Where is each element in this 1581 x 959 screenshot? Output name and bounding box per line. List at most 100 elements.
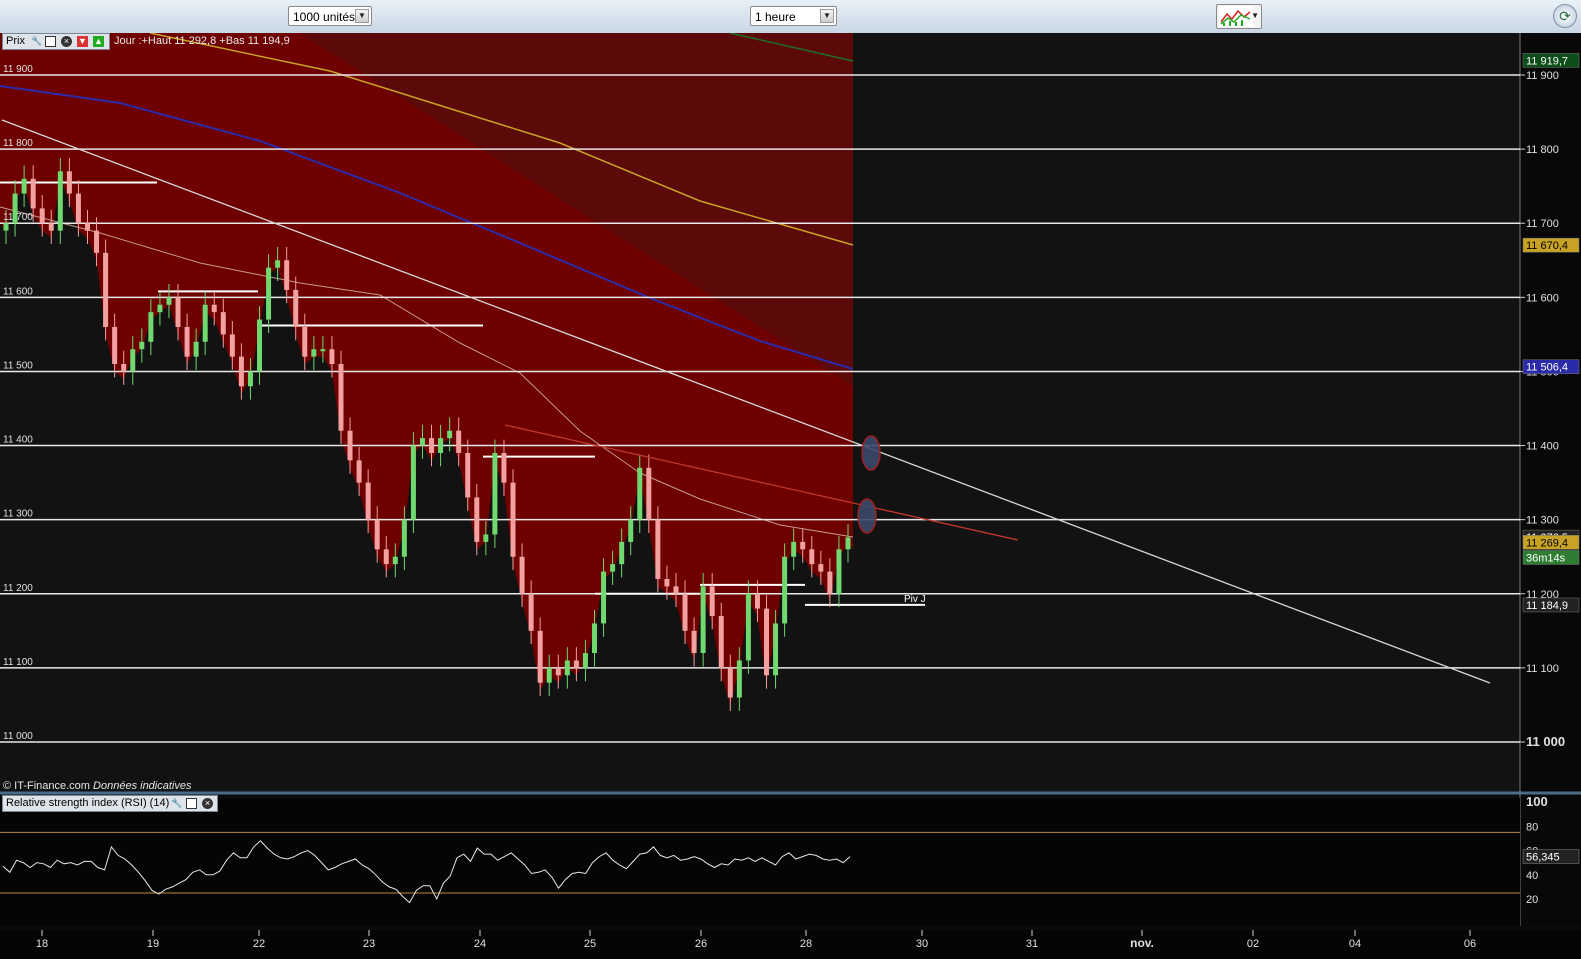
time-tick-label: 24 — [474, 938, 486, 950]
candle-body — [510, 482, 516, 557]
candle-body — [691, 630, 697, 654]
candle-body — [827, 571, 833, 594]
time-tick-label: nov. — [1130, 936, 1154, 950]
candle-body — [112, 326, 118, 365]
candle-body — [845, 537, 851, 550]
candle-body — [582, 653, 588, 668]
candle-body — [410, 445, 416, 520]
left-tick-label: 11 400 — [3, 435, 33, 446]
candle-body — [637, 467, 643, 520]
price-tag-label: 36m14s — [1526, 552, 1566, 564]
close-icon[interactable]: × — [61, 36, 72, 47]
candle-body — [736, 660, 742, 698]
chart-area: Piv J 11 900 11 800 11 700 11 600 11 500 11 4… — [0, 33, 1581, 959]
data-credit: © IT-Finance.com Données indicatives — [3, 780, 191, 792]
right-tick-label: 11 900 — [1526, 70, 1559, 82]
marker-ellipse — [857, 498, 877, 534]
candle-body — [202, 304, 208, 342]
price-panel-header: Prix 🔧 × ▼ ▲ — [2, 33, 110, 50]
window-icon[interactable] — [186, 798, 197, 809]
candle-body — [419, 438, 425, 446]
chevron-down-icon: ▼ — [1251, 11, 1259, 20]
candle-body — [401, 519, 407, 557]
candle-body — [320, 349, 326, 352]
candle-body — [673, 586, 679, 594]
candle-body — [709, 586, 715, 617]
indicator-menu-button[interactable]: ▼ — [1216, 4, 1262, 29]
wrench-icon[interactable]: 🔧 — [31, 36, 42, 47]
candle-body — [356, 460, 362, 483]
rsi-panel-header: Relative strength index (RSI) (14) 🔧 × — [2, 795, 218, 812]
left-tick-label: 11 500 — [3, 360, 33, 371]
day-range-info: Jour :+Haut 11 292,8 +Bas 11 194,9 — [114, 35, 290, 47]
refresh-icon[interactable]: ⟳ — [1553, 4, 1577, 28]
time-tick-label: 23 — [363, 938, 375, 950]
candle-body — [383, 549, 389, 565]
candle-body — [392, 556, 398, 565]
candle-body — [211, 304, 217, 313]
candle-body — [682, 593, 688, 631]
price-tag-label: 11 184,9 — [1526, 600, 1568, 612]
time-tick-label: 28 — [800, 938, 812, 950]
candle-body — [764, 608, 770, 676]
candle-body — [229, 334, 235, 357]
candle-body — [754, 593, 760, 609]
units-select[interactable]: 1000 unités ▼ — [288, 6, 372, 26]
candle-body — [700, 586, 706, 654]
right-tick-label: 11 000 — [1526, 734, 1565, 749]
chevron-down-icon[interactable]: ▼ — [355, 9, 369, 23]
candle-body — [773, 623, 779, 676]
time-tick-label: 02 — [1247, 938, 1259, 950]
candle-body — [655, 519, 661, 579]
candle-body — [501, 452, 507, 483]
left-tick-label: 11 600 — [3, 286, 33, 297]
price-panel-label: Prix — [6, 35, 25, 47]
candle-body — [311, 349, 317, 357]
candle-body — [782, 556, 788, 624]
period-select[interactable]: 1 heure ▼ — [750, 6, 837, 26]
window-icon[interactable] — [45, 36, 56, 47]
candle-body — [573, 660, 579, 668]
left-tick-label: 11 200 — [3, 583, 33, 594]
green-arrow-icon[interactable]: ▲ — [93, 36, 104, 47]
candle-body — [257, 319, 263, 372]
candle-body — [465, 452, 471, 498]
left-tick-label: 11 000 — [3, 731, 33, 742]
right-tick-label: 11 100 — [1526, 663, 1559, 675]
left-tick-label: 11 700 — [3, 212, 33, 223]
candle-body — [809, 549, 815, 565]
candle-body — [302, 326, 308, 357]
candle-body — [438, 438, 444, 453]
left-tick-label: 11 800 — [3, 138, 33, 149]
chevron-down-icon[interactable]: ▼ — [820, 9, 834, 23]
candle-body — [39, 208, 45, 224]
time-tick-label: 31 — [1026, 938, 1038, 950]
close-icon[interactable]: × — [202, 798, 213, 809]
candle-body — [21, 178, 27, 194]
candle-body — [30, 178, 36, 209]
candle-body — [374, 519, 380, 550]
candle-body — [745, 593, 751, 661]
right-tick-label: 11 700 — [1526, 218, 1559, 230]
credit-source: © IT-Finance.com — [3, 780, 90, 792]
right-tick-label: 11 800 — [1526, 144, 1559, 156]
candle-body — [619, 541, 625, 565]
red-arrow-icon[interactable]: ▼ — [77, 36, 88, 47]
price-tag-label: 11 506,4 — [1526, 362, 1568, 374]
pivot-label: Piv J — [904, 594, 926, 605]
time-tick-label: 19 — [147, 938, 159, 950]
candle-body — [610, 564, 616, 572]
left-tick-label: 11 100 — [3, 657, 33, 668]
right-tick-label: 11 400 — [1526, 441, 1559, 453]
candle-body — [175, 297, 181, 327]
price-tag-label: 11 919,7 — [1526, 55, 1568, 67]
candle-body — [791, 541, 797, 557]
candle-body — [75, 193, 81, 224]
wrench-icon[interactable]: 🔧 — [171, 798, 182, 809]
time-tick-label: 26 — [695, 938, 707, 950]
toolbar: 1000 unités ▼ 1 heure ▼ ▼ ⟳ — [0, 0, 1581, 34]
candle-body — [66, 171, 72, 194]
price-tag-label: 11 269,4 — [1526, 537, 1568, 549]
candle-body — [483, 534, 489, 542]
candle-body — [184, 326, 190, 357]
